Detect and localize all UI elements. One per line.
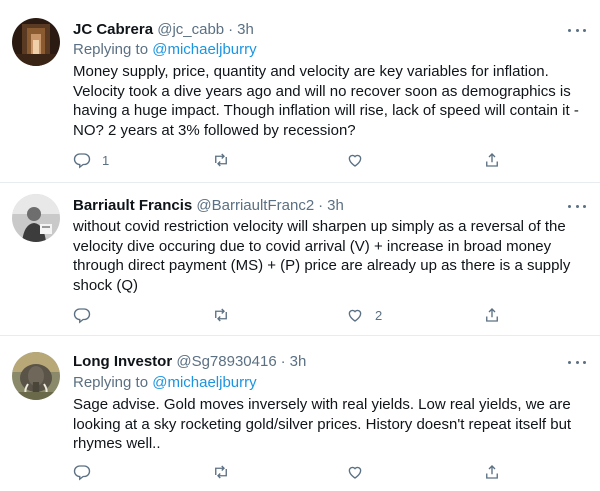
retweet-icon (215, 153, 227, 167)
avatar-image (12, 194, 60, 242)
mention-link[interactable]: @michaeljburry (152, 41, 256, 58)
more-icon[interactable] (568, 199, 586, 213)
author-handle[interactable]: @Sg78930416 (176, 353, 276, 370)
tweet-2[interactable]: Barriault Francis @BarriaultFranc2 · 3h wi… (0, 182, 600, 336)
tweet-actions: 1 (73, 150, 513, 170)
like-icon (348, 466, 362, 479)
tweet-text: Money supply, price, quantity and veloci… (73, 63, 579, 139)
like-icon (348, 154, 362, 167)
author-handle[interactable]: @jc_cabb (157, 21, 224, 38)
tweet-1[interactable]: JC Cabrera @jc_cabb · 3h Replying to @mich… (0, 0, 600, 183)
replying-label: Replying to (73, 374, 149, 391)
tweet-actions (73, 462, 513, 482)
reply-button[interactable] (73, 462, 102, 482)
avatar[interactable] (12, 352, 60, 400)
retweet-button[interactable] (212, 462, 241, 482)
like-button[interactable] (346, 462, 375, 482)
retweet-button[interactable] (212, 305, 241, 325)
share-button[interactable] (483, 462, 501, 482)
tweet-3[interactable]: Long Investor @Sg78930416 · 3h Replying to… (0, 335, 600, 491)
reply-count: 1 (102, 152, 110, 168)
more-icon[interactable] (568, 23, 586, 37)
avatar-image (12, 352, 60, 400)
reply-icon (73, 308, 91, 324)
share-icon (486, 153, 498, 167)
replying-label: Replying to (73, 41, 149, 58)
share-button[interactable] (483, 150, 501, 170)
retweet-button[interactable] (212, 150, 241, 170)
avatar[interactable] (12, 18, 60, 66)
like-button[interactable] (346, 150, 375, 170)
reply-button[interactable]: 1 (73, 150, 109, 170)
tweet-text: without covid restriction velocity will … (73, 218, 571, 294)
separator-dot: · (280, 353, 286, 370)
author-name[interactable]: JC Cabrera (73, 21, 153, 38)
replying-to: Replying to @michaeljburry (73, 373, 257, 393)
reply-button[interactable] (73, 305, 102, 325)
like-icon (348, 309, 362, 322)
timestamp[interactable]: 3h (237, 21, 254, 38)
reply-icon (73, 465, 91, 481)
retweet-icon (215, 465, 227, 479)
avatar-image (12, 18, 60, 66)
author-name[interactable]: Long Investor (73, 353, 172, 370)
like-button[interactable]: 2 (346, 305, 382, 325)
avatar[interactable] (12, 194, 60, 242)
tweet-actions: 2 (73, 305, 513, 325)
mention-link[interactable]: @michaeljburry (152, 374, 256, 391)
separator-dot: · (228, 21, 234, 38)
tweet-text: Sage advise. Gold moves inversely with r… (73, 396, 572, 453)
separator-dot: · (318, 197, 324, 214)
share-button[interactable] (483, 305, 501, 325)
author-name[interactable]: Barriault Francis (73, 197, 192, 214)
replying-to: Replying to @michaeljburry (73, 40, 257, 60)
author-handle[interactable]: @BarriaultFranc2 (196, 197, 314, 214)
reply-icon (73, 153, 91, 169)
timestamp[interactable]: 3h (290, 353, 307, 370)
more-icon[interactable] (568, 355, 586, 369)
share-icon (486, 308, 498, 322)
share-icon (486, 465, 498, 479)
retweet-icon (215, 308, 227, 322)
timestamp[interactable]: 3h (327, 197, 344, 214)
like-count: 2 (375, 307, 383, 323)
